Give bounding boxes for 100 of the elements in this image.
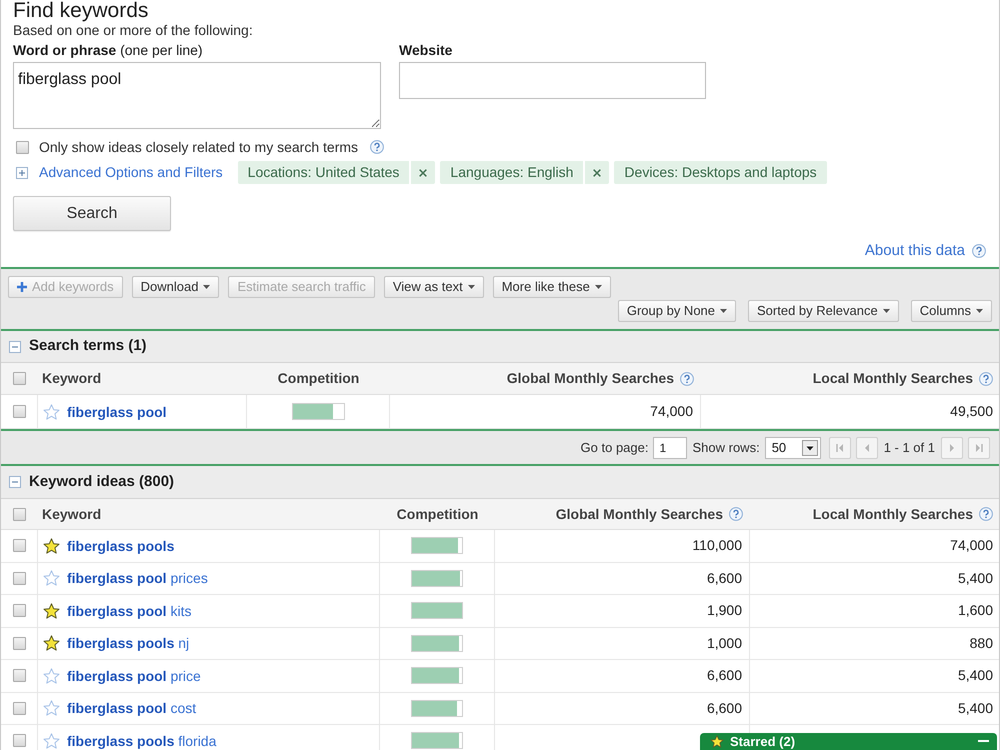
collapse-icon[interactable] xyxy=(9,340,21,352)
close-icon[interactable] xyxy=(419,168,428,176)
help-icon[interactable] xyxy=(972,244,986,258)
keyword-link[interactable]: fiberglass pools nj xyxy=(67,635,190,652)
page-title: Find keywords xyxy=(13,0,150,22)
table-cell: 6,600 xyxy=(495,692,750,724)
column-header[interactable]: Local Monthly Searches xyxy=(812,504,973,524)
checkbox[interactable] xyxy=(13,508,26,520)
caret-icon xyxy=(720,309,728,313)
table-cell: 6,600 xyxy=(495,562,750,594)
star-icon[interactable] xyxy=(710,735,724,748)
section-title: Keyword ideas (800) xyxy=(29,472,174,492)
caret-icon xyxy=(976,309,983,313)
help-icon[interactable] xyxy=(979,507,993,521)
column-header[interactable]: Keyword xyxy=(42,504,102,524)
keyword-link[interactable]: fiberglass pool xyxy=(67,404,167,420)
checkbox[interactable] xyxy=(12,572,26,585)
checkbox[interactable] xyxy=(12,539,26,552)
collapse-icon[interactable] xyxy=(9,476,21,488)
table-cell-text: 5,400 xyxy=(956,698,994,718)
table-cell-text: 880 xyxy=(968,634,994,653)
keyword-link[interactable]: fiberglass pool prices xyxy=(67,570,208,586)
phrase-field[interactable]: fiberglass pool xyxy=(13,62,381,129)
table-cell-text: 1,600 xyxy=(956,601,994,620)
rows-select[interactable]: 50 xyxy=(764,436,821,458)
help-icon[interactable] xyxy=(979,372,993,386)
column-header[interactable]: Competition xyxy=(278,368,360,389)
checkbox[interactable] xyxy=(13,372,26,385)
keyword-link[interactable]: fiberglass pools xyxy=(67,538,174,554)
table-cell: 1,900 xyxy=(495,595,750,626)
dropdown-button[interactable]: Group by None xyxy=(618,300,736,322)
table-cell: 74,000 xyxy=(390,395,701,428)
table-cell-text: 49,500 xyxy=(949,402,994,421)
filter-label: Languages: English xyxy=(449,163,574,182)
expand-icon[interactable] xyxy=(16,166,28,178)
filter-label: Locations: United States xyxy=(246,163,400,182)
caret-icon xyxy=(468,285,475,289)
about-data-link[interactable]: About this data xyxy=(864,240,965,262)
website-field[interactable] xyxy=(399,62,706,99)
keyword-link[interactable]: fiberglass pool price xyxy=(67,668,201,684)
advanced-options-link[interactable]: Advanced Options and Filters xyxy=(39,162,223,183)
close-icon[interactable] xyxy=(593,168,602,176)
table-cell: 6,600 xyxy=(495,660,750,692)
checkbox-label: Only show ideas closely related to my search terms xyxy=(39,138,358,157)
filter-label: Devices: Desktops and laptops xyxy=(623,163,818,182)
first-page-icon xyxy=(836,442,844,452)
keyword-link[interactable]: fiberglass pool kits xyxy=(67,602,192,619)
checkbox[interactable] xyxy=(12,734,26,748)
star-icon[interactable] xyxy=(43,635,60,652)
table-cell-text: 74,000 xyxy=(949,536,994,556)
starred-title: Starred (2) xyxy=(730,735,796,749)
table-cell: 110,000 xyxy=(495,530,750,562)
star-icon[interactable] xyxy=(43,570,60,586)
star-icon[interactable] xyxy=(43,602,60,619)
dropdown-icon xyxy=(802,440,818,456)
table-cell-text: 5,400 xyxy=(956,666,994,686)
next-page-icon xyxy=(948,442,956,452)
column-header[interactable]: Keyword xyxy=(42,368,102,389)
caret-icon xyxy=(882,309,890,313)
column-header[interactable]: Competition xyxy=(396,504,478,524)
help-icon[interactable] xyxy=(680,372,694,386)
pager-label: Show rows: xyxy=(692,438,760,457)
dropdown-button[interactable]: More like these xyxy=(492,276,611,298)
plus-icon xyxy=(17,282,27,292)
star-icon[interactable] xyxy=(43,732,60,749)
table-cell-text: 5,400 xyxy=(956,568,994,588)
section-title: Search terms (1) xyxy=(29,336,147,356)
caret-icon xyxy=(203,285,210,289)
checkbox[interactable] xyxy=(12,669,26,682)
caret-icon xyxy=(594,285,602,289)
search-button[interactable]: Search xyxy=(13,196,171,231)
pager-label: Go to page: xyxy=(580,438,648,457)
checkbox[interactable] xyxy=(16,140,29,154)
dropdown-button[interactable]: Download xyxy=(132,276,220,298)
keyword-link[interactable]: fiberglass pools florida xyxy=(67,732,216,749)
star-icon[interactable] xyxy=(43,700,60,716)
field-label: Word or phrase (one per line) xyxy=(13,43,204,58)
column-header[interactable]: Local Monthly Searches xyxy=(812,368,973,389)
dropdown-button[interactable]: Sorted by Relevance xyxy=(748,300,899,322)
dropdown-button[interactable]: View as text xyxy=(384,276,484,298)
checkbox[interactable] xyxy=(12,702,26,715)
page-number-field[interactable]: 1 xyxy=(653,436,688,458)
table-cell: 1,000 xyxy=(495,628,750,659)
page-range: 1 - 1 of 1 xyxy=(884,438,935,457)
page-subtitle: Based on one or more of the following: xyxy=(13,22,254,38)
keyword-link[interactable]: fiberglass pool cost xyxy=(67,700,196,716)
help-icon[interactable] xyxy=(729,507,743,521)
checkbox[interactable] xyxy=(12,405,26,418)
last-page-icon xyxy=(975,442,983,452)
previous-page-icon xyxy=(862,442,871,452)
field-label: Website xyxy=(399,43,454,58)
help-icon[interactable] xyxy=(370,140,384,154)
star-icon[interactable] xyxy=(43,668,60,684)
checkbox[interactable] xyxy=(12,636,26,650)
star-icon[interactable] xyxy=(43,404,60,420)
column-header[interactable]: Global Monthly Searches xyxy=(556,504,723,524)
column-header[interactable]: Global Monthly Searches xyxy=(506,368,674,389)
checkbox[interactable] xyxy=(12,604,26,618)
dropdown-button[interactable]: Columns xyxy=(910,300,992,322)
star-icon[interactable] xyxy=(43,538,60,554)
